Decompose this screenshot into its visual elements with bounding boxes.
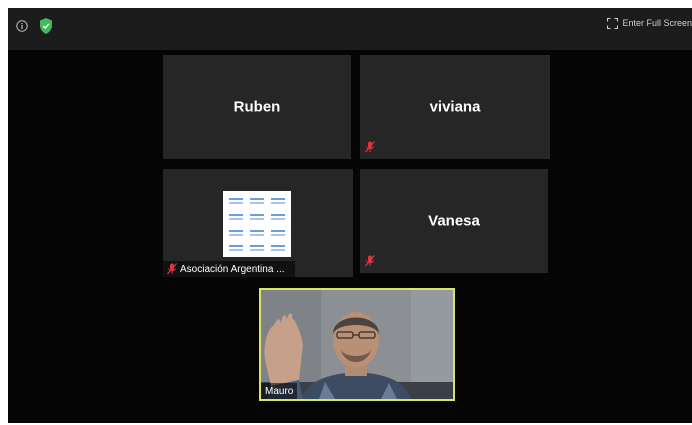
participant-tile-ruben[interactable]: Ruben	[163, 55, 351, 159]
participant-tile-mauro-active-speaker[interactable]: Mauro	[259, 288, 455, 401]
enter-full-screen-label: Enter Full Screen	[622, 18, 692, 28]
participant-name: Vanesa	[428, 212, 480, 230]
info-icon[interactable]	[16, 20, 28, 32]
muted-microphone-icon	[167, 263, 177, 275]
muted-microphone-icon	[365, 255, 375, 267]
logo-image	[223, 191, 291, 257]
meeting-window: Enter Full Screen Ruben viviana Asociaci…	[8, 8, 692, 423]
participant-tile-asociacion[interactable]: Asociación Argentina ...	[163, 169, 353, 277]
participant-tile-viviana[interactable]: viviana	[360, 55, 550, 159]
muted-microphone-icon	[365, 141, 375, 153]
participant-name: Asociación Argentina ...	[180, 263, 285, 275]
shield-icon[interactable]	[39, 18, 53, 34]
participant-name: Ruben	[233, 98, 281, 116]
fullscreen-icon	[607, 17, 619, 29]
participant-tile-vanesa[interactable]: Vanesa	[360, 169, 548, 273]
participant-label: Mauro	[261, 383, 298, 399]
participant-label: Asociación Argentina ...	[163, 261, 295, 277]
participant-name: Mauro	[265, 385, 294, 397]
participant-name: viviana	[429, 98, 481, 116]
enter-full-screen-button[interactable]: Enter Full Screen	[607, 14, 692, 32]
screenshot-stage: Enter Full Screen Ruben viviana Asociaci…	[0, 0, 692, 425]
meeting-topbar: Enter Full Screen	[8, 8, 692, 50]
